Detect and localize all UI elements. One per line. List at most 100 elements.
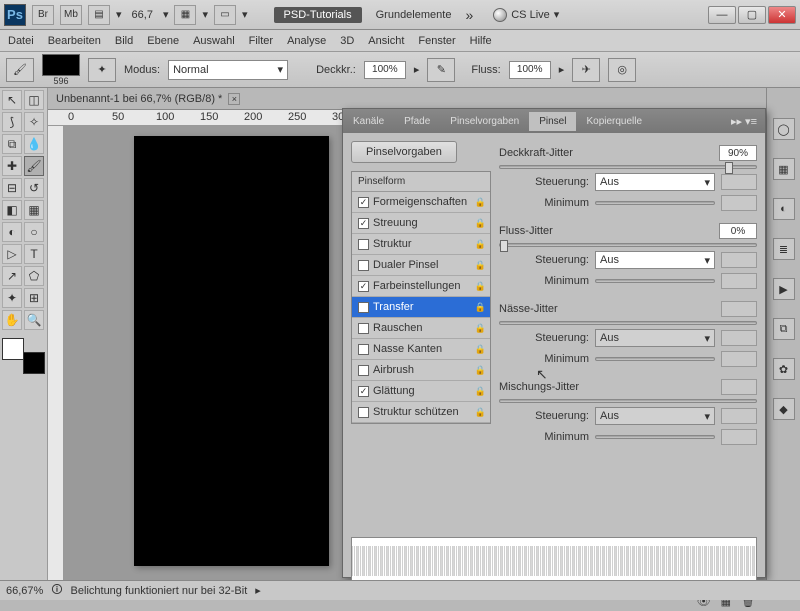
screen-mode-icon[interactable]: ▭: [214, 5, 236, 25]
lock-icon[interactable]: 🔒: [475, 197, 486, 208]
layers-panel-icon[interactable]: ≣: [773, 238, 795, 260]
opacity-control-dropdown[interactable]: Aus▾: [595, 173, 715, 191]
pressure-opacity-icon[interactable]: ✎: [427, 58, 455, 82]
opacity-jitter-input[interactable]: [719, 145, 757, 161]
menu-3d[interactable]: 3D: [340, 35, 354, 47]
view-grid-icon[interactable]: ▦: [174, 5, 196, 25]
chevron-down-icon[interactable]: ▾: [202, 8, 208, 21]
lasso-tool[interactable]: ⟆: [2, 112, 22, 132]
type-tool[interactable]: T: [24, 244, 44, 264]
menu-analyse[interactable]: Analyse: [287, 35, 326, 47]
tab-pinsel[interactable]: Pinsel: [529, 112, 576, 131]
opt-airbrush[interactable]: Airbrush🔒: [352, 360, 490, 381]
menu-bearbeiten[interactable]: Bearbeiten: [48, 35, 101, 47]
opt-struktur[interactable]: Struktur🔒: [352, 234, 490, 255]
3d-tool[interactable]: ✦: [2, 288, 22, 308]
chevron-down-icon[interactable]: ▾: [116, 8, 122, 21]
pen-tool[interactable]: ▷: [2, 244, 22, 264]
opt-glaettung[interactable]: ✓Glättung🔒: [352, 381, 490, 402]
flow-control-dropdown[interactable]: Aus▾: [595, 251, 715, 269]
blur-tool[interactable]: ◐: [2, 222, 22, 242]
actions-panel-icon[interactable]: ▶: [773, 278, 795, 300]
lock-icon[interactable]: 🔒: [475, 323, 486, 334]
chevron-right-icon[interactable]: ▸: [255, 584, 261, 597]
menu-hilfe[interactable]: Hilfe: [470, 35, 492, 47]
brush-tip-header[interactable]: Pinselform: [352, 172, 490, 192]
menu-ebene[interactable]: Ebene: [147, 35, 179, 47]
3d-camera-tool[interactable]: ⊞: [24, 288, 44, 308]
status-zoom[interactable]: 66,67%: [6, 585, 43, 597]
minibridge-badge[interactable]: Mb: [60, 5, 82, 25]
lock-icon[interactable]: 🔒: [475, 344, 486, 355]
lock-icon[interactable]: 🔒: [475, 407, 486, 418]
opt-streuung[interactable]: ✓Streuung🔒: [352, 213, 490, 234]
canvas[interactable]: [134, 136, 329, 566]
brush-panel-toggle-icon[interactable]: ✦: [88, 58, 116, 82]
shape-tool[interactable]: ⬠: [24, 266, 44, 286]
opt-rauschen[interactable]: Rauschen🔒: [352, 318, 490, 339]
lock-icon[interactable]: 🔒: [475, 302, 486, 313]
tab-pinselvorgaben[interactable]: Pinselvorgaben: [440, 112, 529, 131]
opt-nasse-kanten[interactable]: Nasse Kanten🔒: [352, 339, 490, 360]
lock-icon[interactable]: 🔒: [475, 281, 486, 292]
stamp-tool[interactable]: ⊟: [2, 178, 22, 198]
chevron-right-icon[interactable]: »: [465, 7, 473, 23]
status-info-icon[interactable]: 🛈: [51, 581, 62, 600]
opt-formeigenschaften[interactable]: ✓Formeigenschaften🔒: [352, 192, 490, 213]
tab-kopierquelle[interactable]: Kopierquelle: [576, 112, 652, 131]
bridge-badge[interactable]: Br: [32, 5, 54, 25]
close-button[interactable]: ✕: [768, 6, 796, 24]
layout-icon[interactable]: ▤: [88, 5, 110, 25]
zoom-value[interactable]: 66,7: [132, 9, 153, 21]
opacity-jitter-slider[interactable]: [499, 165, 757, 169]
tab-kanaele[interactable]: Kanäle: [343, 112, 394, 131]
swatches-panel-icon[interactable]: ▦: [773, 158, 795, 180]
adjustments-panel-icon[interactable]: ◐: [773, 198, 795, 220]
breadcrumb-active[interactable]: PSD-Tutorials: [274, 7, 362, 23]
lock-icon[interactable]: 🔒: [475, 218, 486, 229]
document-tab[interactable]: Unbenannt-1 bei 66,7% (RGB/8) * ×: [48, 88, 766, 110]
magic-wand-tool[interactable]: ✧: [24, 112, 44, 132]
menu-fenster[interactable]: Fenster: [418, 35, 455, 47]
lock-icon[interactable]: 🔒: [475, 260, 486, 271]
gradient-tool[interactable]: ▦: [24, 200, 44, 220]
chevron-right-icon[interactable]: ▸: [414, 63, 420, 76]
history-panel-icon[interactable]: ⧉: [773, 318, 795, 340]
chevron-right-icon[interactable]: ▸: [559, 63, 565, 76]
menu-ansicht[interactable]: Ansicht: [368, 35, 404, 47]
history-brush-tool[interactable]: ↺: [24, 178, 44, 198]
menu-bild[interactable]: Bild: [115, 35, 133, 47]
tab-pfade[interactable]: Pfade: [394, 112, 440, 131]
path-tool[interactable]: ↗: [2, 266, 22, 286]
cslive-button[interactable]: CS Live ▾: [493, 8, 559, 22]
zoom-tool[interactable]: 🔍: [24, 310, 44, 330]
brush-tool-icon[interactable]: 🖌: [6, 58, 34, 82]
dodge-tool[interactable]: ○: [24, 222, 44, 242]
chevron-down-icon[interactable]: ▾: [242, 8, 248, 21]
background-color[interactable]: [23, 352, 45, 374]
menu-datei[interactable]: Datei: [8, 35, 34, 47]
gear-icon[interactable]: ✿: [773, 358, 795, 380]
info-panel-icon[interactable]: ◆: [773, 398, 795, 420]
healing-tool[interactable]: ✚: [2, 156, 22, 176]
brush-tool[interactable]: 🖌: [24, 156, 44, 176]
flow-input[interactable]: 100%: [509, 61, 551, 79]
crop-tool[interactable]: ⧉: [2, 134, 22, 154]
foreground-color[interactable]: [2, 338, 24, 360]
marquee-tool[interactable]: ◫: [24, 90, 44, 110]
brush-preview[interactable]: [42, 54, 80, 76]
panel-menu-icon[interactable]: ▸▸ ▾≡: [723, 115, 765, 128]
eraser-tool[interactable]: ◧: [2, 200, 22, 220]
move-tool[interactable]: ↖: [2, 90, 22, 110]
pressure-size-icon[interactable]: ◎: [608, 58, 636, 82]
opt-dualer-pinsel[interactable]: Dualer Pinsel🔒: [352, 255, 490, 276]
flow-jitter-input[interactable]: [719, 223, 757, 239]
brush-presets-button[interactable]: Pinselvorgaben: [351, 141, 457, 163]
lock-icon[interactable]: 🔒: [475, 386, 486, 397]
lock-icon[interactable]: 🔒: [475, 365, 486, 376]
close-tab-icon[interactable]: ×: [228, 93, 240, 105]
color-picker[interactable]: [2, 338, 45, 374]
breadcrumb-item[interactable]: Grundelemente: [366, 7, 462, 23]
color-panel-icon[interactable]: ◯: [773, 118, 795, 140]
menu-filter[interactable]: Filter: [249, 35, 273, 47]
